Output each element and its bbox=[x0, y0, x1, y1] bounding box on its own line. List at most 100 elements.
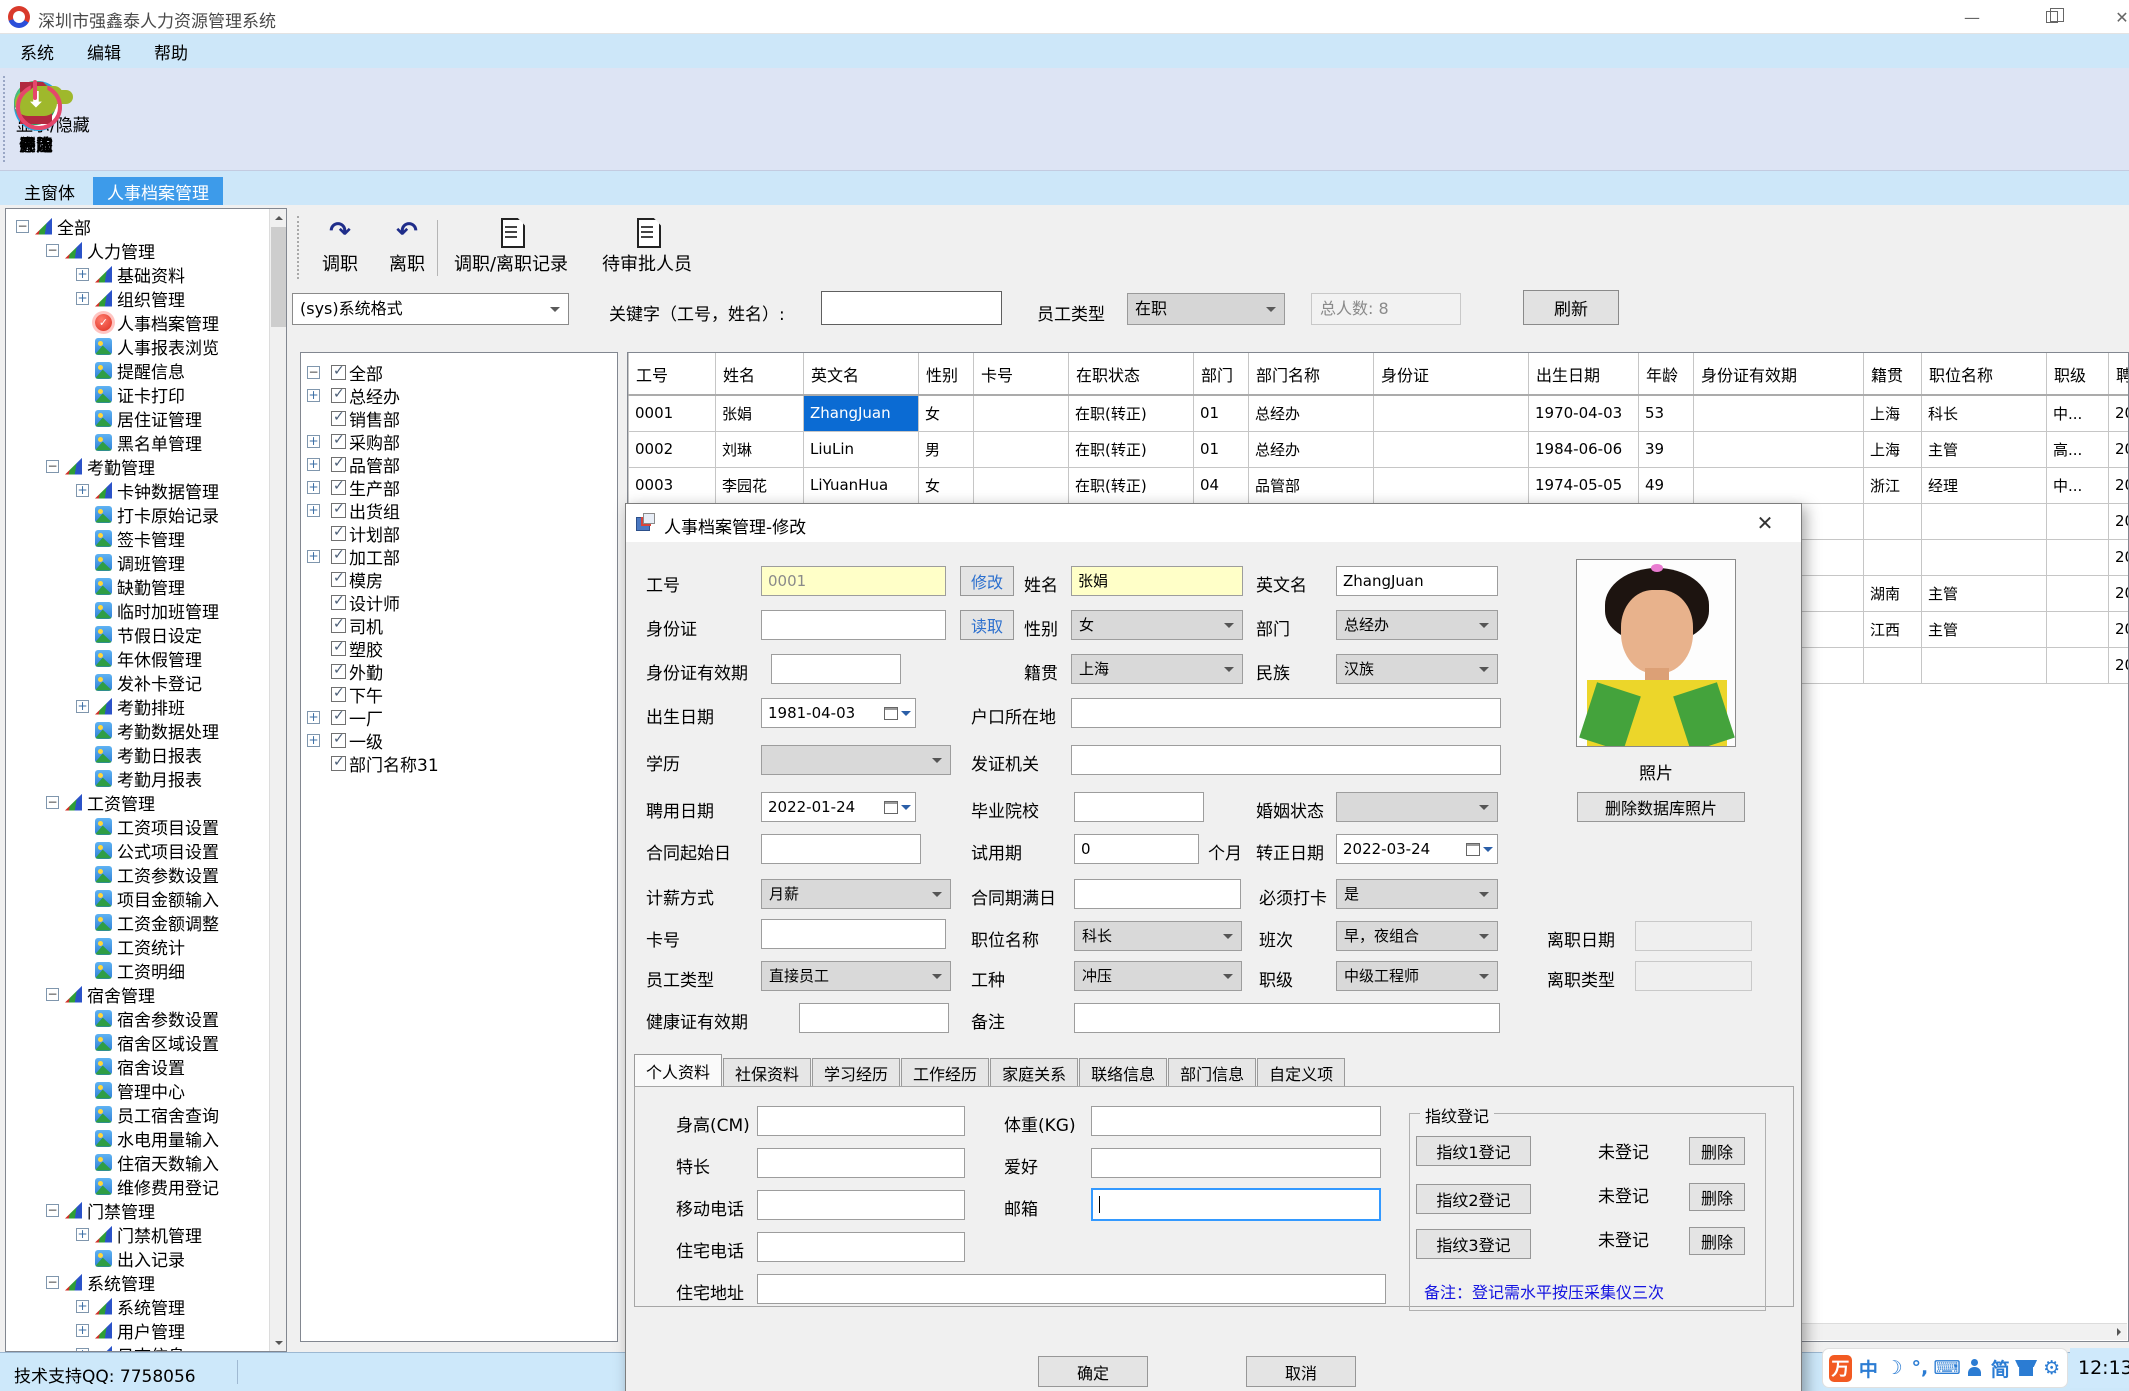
tree-expand-toggle[interactable] bbox=[307, 389, 320, 402]
table-cell[interactable]: 53 bbox=[1638, 394, 1694, 432]
table-cell[interactable]: 科长 bbox=[1921, 394, 2047, 432]
table-cell[interactable]: 49 bbox=[1638, 466, 1694, 504]
table-cell[interactable]: 01 bbox=[1193, 394, 1249, 432]
table-cell[interactable]: 2022 bbox=[2108, 430, 2128, 468]
nav-tree-item[interactable]: 宿舍参数设置 bbox=[6, 1006, 268, 1031]
tree-expand-toggle[interactable] bbox=[46, 1275, 59, 1289]
table-cell[interactable]: 1970-04-03 bbox=[1528, 394, 1639, 432]
table-cell[interactable]: 上海 bbox=[1863, 394, 1922, 432]
trial-field[interactable]: 0 bbox=[1074, 834, 1199, 864]
school-field[interactable] bbox=[1074, 792, 1204, 822]
tree-expand-toggle[interactable] bbox=[307, 550, 320, 563]
table-cell[interactable]: 女 bbox=[918, 394, 974, 432]
dialog-tab[interactable]: 工作经历 bbox=[901, 1058, 990, 1087]
nav-tree-item[interactable]: 全部 bbox=[6, 214, 268, 239]
taskbar-clock[interactable]: 12:13 bbox=[2070, 1348, 2129, 1388]
tree-expand-toggle[interactable] bbox=[307, 481, 320, 494]
tree-expand-toggle[interactable] bbox=[46, 795, 59, 809]
tree-expand-toggle[interactable] bbox=[76, 699, 89, 713]
fingerprint3-delete-button[interactable]: 删除 bbox=[1689, 1227, 1745, 1255]
table-cell[interactable]: 在职(转正) bbox=[1068, 430, 1194, 468]
department-checkbox[interactable] bbox=[331, 501, 346, 518]
birth-date-picker[interactable]: 1981-04-03 bbox=[761, 698, 916, 728]
table-cell[interactable]: 刘琳 bbox=[715, 430, 804, 468]
table-cell[interactable]: 2023 bbox=[2108, 646, 2128, 684]
table-cell[interactable]: 经理 bbox=[1921, 466, 2047, 504]
pending-approval-button[interactable]: 待审批人员 bbox=[593, 214, 701, 280]
table-cell[interactable]: 01 bbox=[1193, 430, 1249, 468]
dept-select[interactable]: 总经办 bbox=[1336, 610, 1498, 640]
department-tree-item[interactable]: 塑胶 bbox=[307, 637, 439, 661]
scroll-thumb[interactable] bbox=[271, 227, 286, 327]
department-tree-item[interactable]: 全部 bbox=[307, 361, 439, 385]
department-checkbox[interactable] bbox=[331, 547, 346, 564]
table-cell[interactable]: 2022 bbox=[2108, 538, 2128, 576]
department-checkbox[interactable] bbox=[331, 685, 346, 702]
nav-tree-item[interactable]: 提醒信息 bbox=[6, 358, 268, 383]
nav-tree-item[interactable]: 打卡原始记录 bbox=[6, 502, 268, 527]
table-cell[interactable] bbox=[1693, 430, 1864, 468]
nav-tree-item[interactable]: 年休假管理 bbox=[6, 646, 268, 671]
transfer-button[interactable]: 调职 bbox=[310, 214, 370, 280]
nav-tree-item[interactable]: 维修费用登记 bbox=[6, 1174, 268, 1199]
department-tree-item[interactable]: 模房 bbox=[307, 568, 439, 592]
nav-tree-item[interactable]: 签卡管理 bbox=[6, 526, 268, 551]
fingerprint1-register-button[interactable]: 指纹1登记 bbox=[1416, 1136, 1531, 1166]
nav-tree-item[interactable]: 组织管理 bbox=[6, 286, 268, 311]
ime-icon[interactable]: 简 bbox=[1991, 1356, 2010, 1381]
table-cell[interactable]: 总经办 bbox=[1248, 430, 1374, 468]
table-cell[interactable]: ZhangJuan bbox=[803, 394, 919, 432]
ime-icon[interactable] bbox=[2017, 1356, 2036, 1380]
column-header[interactable]: 籍贯 bbox=[1863, 353, 1922, 396]
table-cell[interactable] bbox=[2046, 502, 2109, 540]
close-button[interactable]: ✕ bbox=[2102, 4, 2129, 30]
department-checkbox[interactable] bbox=[331, 363, 346, 380]
remark-field[interactable] bbox=[1074, 1003, 1500, 1033]
nav-tree-item[interactable]: 工资统计 bbox=[6, 934, 268, 959]
nav-tree-item[interactable]: 系统管理 bbox=[6, 1294, 268, 1319]
column-header[interactable]: 职位名称 bbox=[1921, 353, 2047, 396]
table-cell[interactable]: 2022 bbox=[2108, 466, 2128, 504]
department-tree-item[interactable]: 计划部 bbox=[307, 522, 439, 546]
nav-tree-item[interactable]: 调班管理 bbox=[6, 550, 268, 575]
department-tree-item[interactable]: 出货组 bbox=[307, 499, 439, 523]
department-tree-item[interactable]: 外勤 bbox=[307, 660, 439, 684]
scroll-down-arrow[interactable] bbox=[270, 1334, 286, 1351]
fingerprint2-delete-button[interactable]: 删除 bbox=[1689, 1183, 1745, 1211]
table-cell[interactable]: 2023 bbox=[2108, 610, 2128, 648]
tree-expand-toggle[interactable] bbox=[46, 987, 59, 1001]
dialog-tab[interactable]: 社保资料 bbox=[723, 1058, 812, 1087]
nav-tree-item[interactable]: 节假日设定 bbox=[6, 622, 268, 647]
tree-expand-toggle[interactable] bbox=[76, 267, 89, 281]
table-cell[interactable]: 主管 bbox=[1921, 574, 2047, 612]
department-tree-item[interactable]: 品管部 bbox=[307, 453, 439, 477]
department-checkbox[interactable] bbox=[331, 639, 346, 656]
nav-tree-scrollbar[interactable] bbox=[269, 209, 286, 1351]
table-cell[interactable] bbox=[1921, 646, 2047, 684]
minimize-button[interactable]: — bbox=[1952, 4, 1992, 30]
table-cell[interactable]: 湖南 bbox=[1863, 574, 1922, 612]
dialog-tab[interactable]: 联络信息 bbox=[1079, 1058, 1168, 1087]
nav-tree-item[interactable]: 出入记录 bbox=[6, 1246, 268, 1271]
department-checkbox[interactable] bbox=[331, 731, 346, 748]
column-header[interactable]: 职级 bbox=[2046, 353, 2109, 396]
paymode-select[interactable]: 月薪 bbox=[761, 879, 951, 909]
table-cell[interactable]: 总经办 bbox=[1248, 394, 1374, 432]
tree-expand-toggle[interactable] bbox=[76, 1323, 89, 1337]
table-cell[interactable] bbox=[973, 466, 1069, 504]
idcard-field[interactable] bbox=[761, 610, 946, 640]
toolbar-button[interactable]: 关闭 bbox=[0, 76, 72, 164]
table-cell[interactable] bbox=[1863, 646, 1922, 684]
table-cell[interactable]: 江西 bbox=[1863, 610, 1922, 648]
tree-expand-toggle[interactable] bbox=[76, 1299, 89, 1313]
table-cell[interactable]: 2021 bbox=[2108, 574, 2128, 612]
mobile-field[interactable] bbox=[757, 1190, 965, 1220]
table-cell[interactable] bbox=[2046, 610, 2109, 648]
shift-select[interactable]: 早，夜组合 bbox=[1336, 921, 1498, 951]
nav-tree-item[interactable]: 用户管理 bbox=[6, 1318, 268, 1343]
tree-expand-toggle[interactable] bbox=[76, 483, 89, 497]
menu-item[interactable]: 编辑 bbox=[87, 39, 121, 64]
column-header[interactable]: 部门名称 bbox=[1248, 353, 1374, 396]
column-header[interactable]: 在职状态 bbox=[1068, 353, 1194, 396]
table-cell[interactable]: 0001 bbox=[628, 394, 716, 432]
